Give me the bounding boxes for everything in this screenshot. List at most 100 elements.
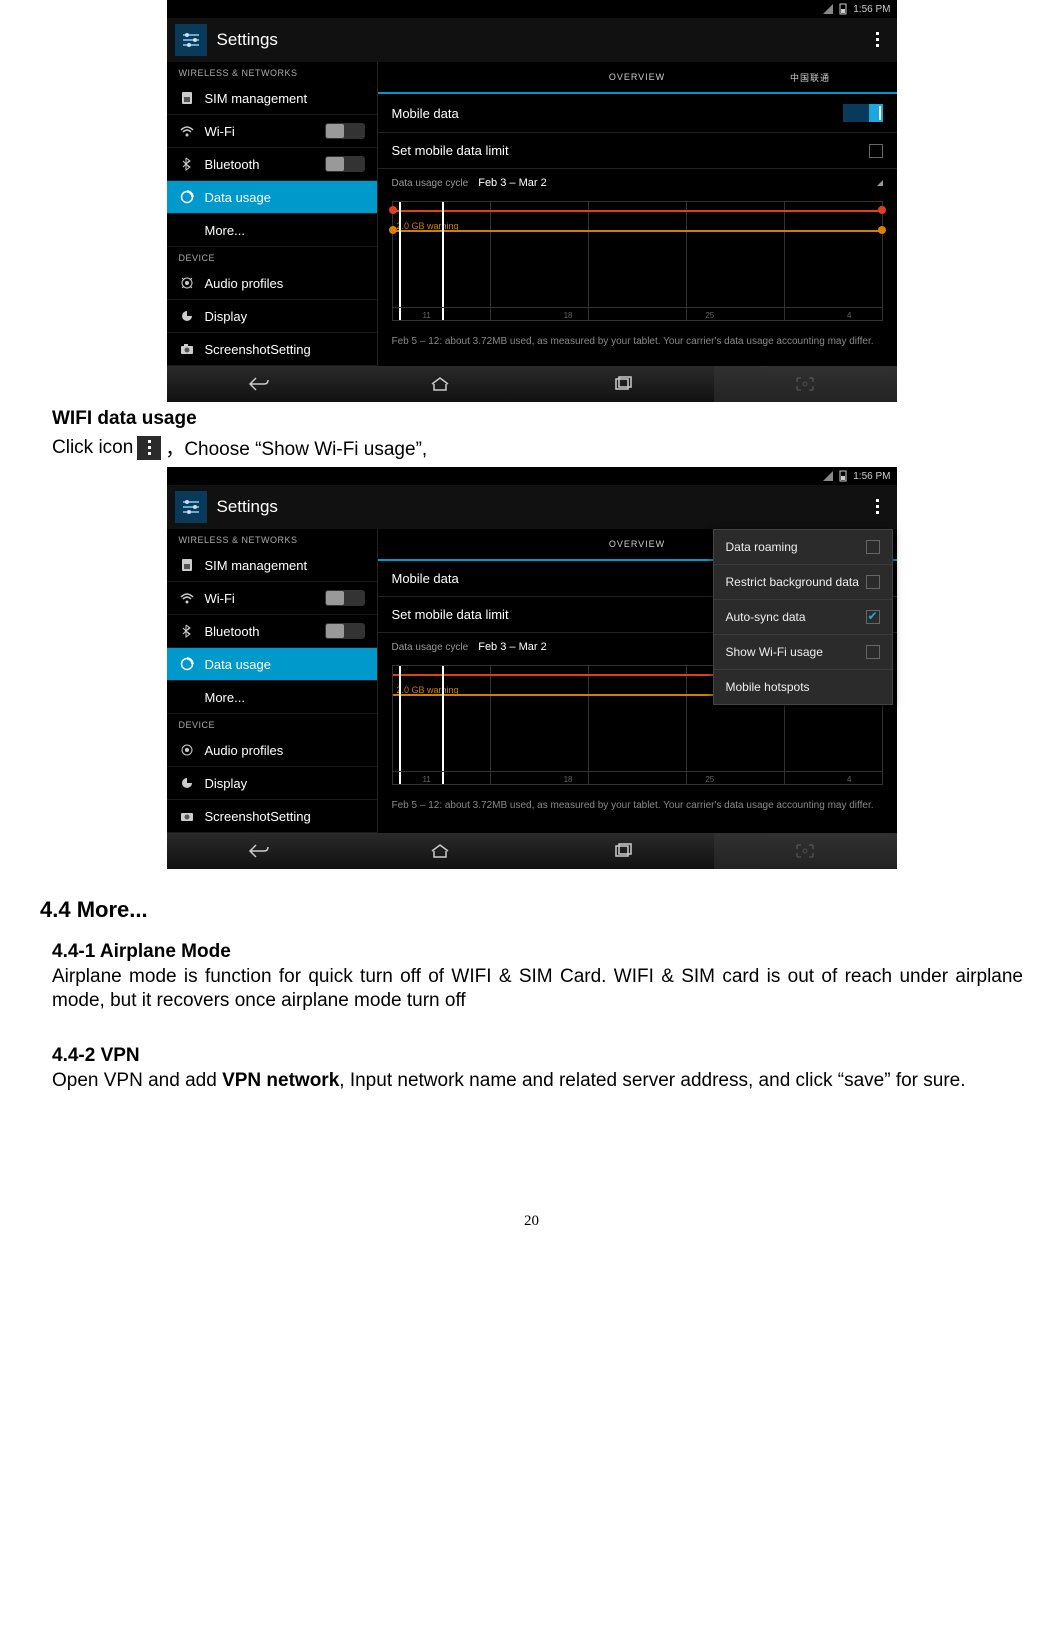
row-cycle[interactable]: Data usage cycle Feb 3 – Mar 2 bbox=[378, 169, 897, 197]
sidebar-item-audio[interactable]: Audio profiles bbox=[167, 734, 377, 767]
settings-header: Settings bbox=[167, 18, 897, 62]
section-header-wireless: WIRELESS & NETWORKS bbox=[167, 62, 377, 82]
camera-icon bbox=[179, 808, 195, 824]
display-icon bbox=[179, 308, 195, 324]
sidebar-item-label: Display bbox=[205, 776, 365, 791]
sidebar-item-more[interactable]: More... bbox=[167, 214, 377, 247]
battery-icon bbox=[839, 470, 847, 482]
audio-icon bbox=[179, 275, 195, 291]
set-limit-checkbox[interactable] bbox=[869, 144, 883, 158]
sidebar-item-bluetooth[interactable]: Bluetooth bbox=[167, 148, 377, 181]
screenshot-data-usage-menu: 1:56 PM Settings WIRELESS & NETWORKS SIM… bbox=[167, 467, 897, 869]
tab-overview[interactable]: OVERVIEW bbox=[551, 529, 724, 559]
sidebar-item-label: Bluetooth bbox=[205, 157, 315, 172]
settings-app-icon bbox=[175, 491, 207, 523]
menu-item-label: Auto-sync data bbox=[726, 610, 806, 624]
sidebar-item-label: Audio profiles bbox=[205, 276, 365, 291]
settings-app-icon bbox=[175, 24, 207, 56]
text-4-4-2: Open VPN and add VPN network, Input netw… bbox=[52, 1069, 1023, 1093]
row-set-limit[interactable]: Set mobile data limit bbox=[378, 133, 897, 169]
tab-overview[interactable]: OVERVIEW bbox=[551, 62, 724, 92]
menu-item-restrict-bg[interactable]: Restrict background data bbox=[714, 565, 892, 600]
status-time: 1:56 PM bbox=[853, 4, 890, 15]
sidebar-item-wifi[interactable]: Wi-Fi bbox=[167, 115, 377, 148]
sidebar-item-label: ScreenshotSetting bbox=[205, 342, 365, 357]
data-usage-icon bbox=[179, 189, 195, 205]
section-header-wireless: WIRELESS & NETWORKS bbox=[167, 529, 377, 549]
chart-warning-line bbox=[393, 230, 882, 232]
overflow-menu-button[interactable] bbox=[868, 26, 887, 53]
chart-warning-handle-left[interactable] bbox=[389, 226, 397, 234]
wifi-icon bbox=[179, 590, 195, 606]
wifi-toggle[interactable] bbox=[325, 123, 365, 139]
row-label: Set mobile data limit bbox=[392, 143, 869, 158]
sidebar-item-display[interactable]: Display bbox=[167, 300, 377, 333]
nav-back-button[interactable] bbox=[167, 366, 350, 402]
section-header-device: DEVICE bbox=[167, 714, 377, 734]
nav-home-button[interactable] bbox=[349, 833, 532, 869]
system-navbar bbox=[167, 833, 897, 869]
nav-recent-button[interactable] bbox=[532, 366, 715, 402]
nav-back-button[interactable] bbox=[167, 833, 350, 869]
menu-item-auto-sync[interactable]: Auto-sync data bbox=[714, 600, 892, 635]
menu-item-mobile-hotspots[interactable]: Mobile hotspots bbox=[714, 670, 892, 704]
sidebar-item-sim[interactable]: SIM management bbox=[167, 549, 377, 582]
row-mobile-data[interactable]: Mobile data bbox=[378, 94, 897, 133]
sidebar-item-screenshot[interactable]: ScreenshotSetting bbox=[167, 800, 377, 833]
tab-bar: OVERVIEW 中国联通 bbox=[378, 62, 897, 94]
cycle-label: Data usage cycle bbox=[392, 178, 469, 189]
menu-item-label: Mobile hotspots bbox=[726, 680, 810, 694]
nav-recent-button[interactable] bbox=[532, 833, 715, 869]
wifi-toggle[interactable] bbox=[325, 590, 365, 606]
sidebar-item-display[interactable]: Display bbox=[167, 767, 377, 800]
chart-warning-handle-right[interactable] bbox=[878, 226, 886, 234]
nav-screenshot-button[interactable] bbox=[714, 366, 897, 402]
display-icon bbox=[179, 775, 195, 791]
usage-summary-text: Feb 5 – 12: about 3.72MB used, as measur… bbox=[378, 793, 897, 824]
status-bar: 1:56 PM bbox=[167, 0, 897, 18]
settings-sidebar: WIRELESS & NETWORKS SIM management Wi-Fi… bbox=[167, 529, 377, 833]
sidebar-item-bluetooth[interactable]: Bluetooth bbox=[167, 615, 377, 648]
menu-item-checkbox[interactable] bbox=[866, 575, 880, 589]
settings-sidebar: WIRELESS & NETWORKS SIM management Wi-Fi… bbox=[167, 62, 377, 366]
tab-carrier[interactable]: 中国联通 bbox=[724, 62, 897, 92]
chart-limit-handle-right[interactable] bbox=[878, 206, 886, 214]
menu-item-checkbox[interactable] bbox=[866, 645, 880, 659]
bluetooth-toggle[interactable] bbox=[325, 156, 365, 172]
section-header-device: DEVICE bbox=[167, 247, 377, 267]
chart-selection-band[interactable] bbox=[399, 666, 444, 784]
heading-wifi-data-usage: WIFI data usage bbox=[52, 408, 1023, 430]
page-title: Settings bbox=[217, 497, 278, 517]
sim-icon bbox=[179, 90, 195, 106]
sidebar-item-label: More... bbox=[205, 690, 365, 705]
nav-home-button[interactable] bbox=[349, 366, 532, 402]
sidebar-item-screenshot[interactable]: ScreenshotSetting bbox=[167, 333, 377, 366]
sidebar-item-data-usage[interactable]: Data usage bbox=[167, 181, 377, 214]
menu-item-checkbox[interactable] bbox=[866, 610, 880, 624]
sidebar-item-audio[interactable]: Audio profiles bbox=[167, 267, 377, 300]
chart-ticks: 11 18 25 4 bbox=[393, 311, 882, 320]
sim-icon bbox=[179, 557, 195, 573]
sidebar-item-more[interactable]: More... bbox=[167, 681, 377, 714]
sidebar-item-label: Wi-Fi bbox=[205, 124, 315, 139]
nav-screenshot-button[interactable] bbox=[714, 833, 897, 869]
data-usage-chart[interactable]: 2.0 GB warning 11 18 25 4 bbox=[392, 201, 883, 321]
overflow-menu-popup: Data roaming Restrict background data Au… bbox=[713, 529, 893, 705]
menu-item-checkbox[interactable] bbox=[866, 540, 880, 554]
sidebar-item-wifi[interactable]: Wi-Fi bbox=[167, 582, 377, 615]
sidebar-item-label: More... bbox=[205, 223, 365, 238]
overflow-menu-button[interactable] bbox=[868, 493, 887, 520]
bluetooth-toggle[interactable] bbox=[325, 623, 365, 639]
menu-item-data-roaming[interactable]: Data roaming bbox=[714, 530, 892, 565]
mobile-data-switch[interactable] bbox=[843, 104, 883, 122]
sidebar-item-sim[interactable]: SIM management bbox=[167, 82, 377, 115]
usage-summary-text: Feb 5 – 12: about 3.72MB used, as measur… bbox=[378, 329, 897, 360]
sidebar-item-label: Data usage bbox=[205, 657, 365, 672]
menu-item-show-wifi-usage[interactable]: Show Wi-Fi usage bbox=[714, 635, 892, 670]
chart-limit-handle-left[interactable] bbox=[389, 206, 397, 214]
chart-selection-band[interactable] bbox=[399, 202, 444, 320]
page-number: 20 bbox=[40, 1213, 1023, 1230]
sidebar-item-data-usage[interactable]: Data usage bbox=[167, 648, 377, 681]
chart-limit-line bbox=[393, 210, 882, 212]
sidebar-item-label: Data usage bbox=[205, 190, 365, 205]
